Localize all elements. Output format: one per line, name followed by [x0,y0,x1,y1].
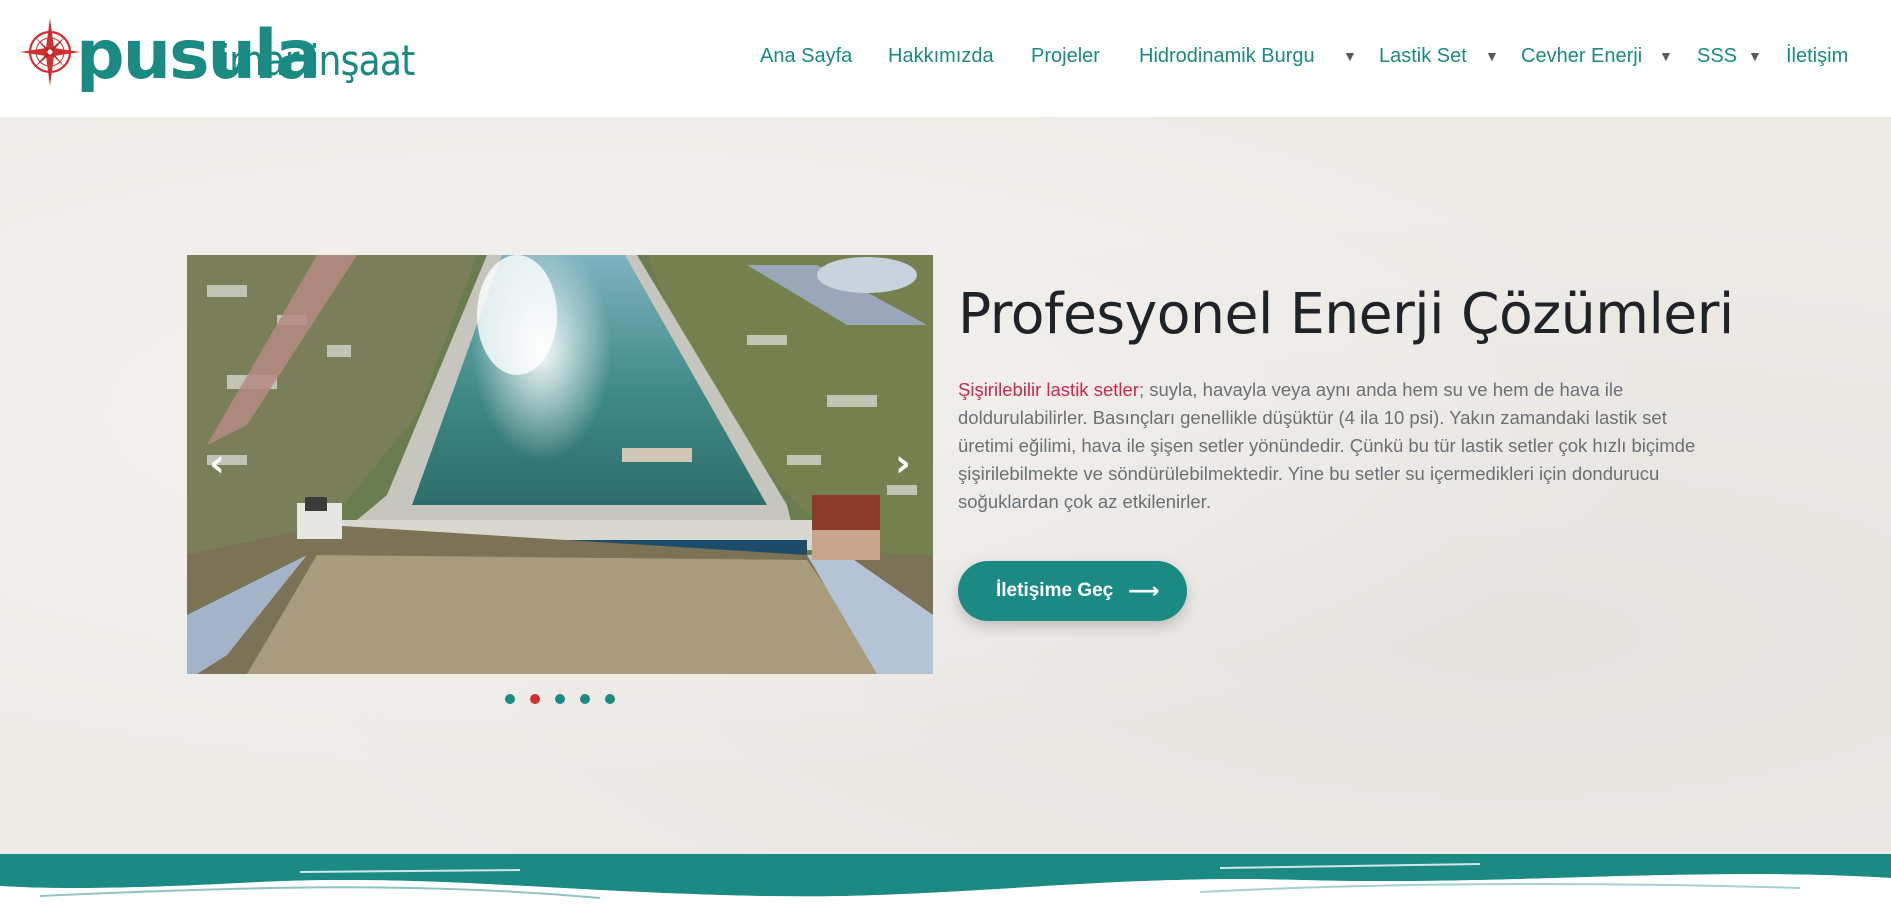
slide-image-dam [187,255,933,674]
hero-description: Şişirilebilir lastik setler; suyla, hava… [958,376,1718,516]
nav-item-cevher-enerji[interactable]: Cevher Enerji [1521,38,1642,74]
slider-dot[interactable] [555,694,565,704]
nav-item-sss[interactable]: SSS [1697,38,1737,74]
site-header: pusula imar inşaat Ana Sayfa Hakkımızda … [0,0,1891,117]
nav-item-ana-sayfa[interactable]: Ana Sayfa [760,38,852,74]
triangle-down-icon[interactable]: ▼ [1343,38,1357,74]
cta-label: İletişime Geç [996,580,1114,601]
hero-title: Profesyonel Enerji Çözümleri [958,282,1734,347]
chevron-left-icon[interactable]: ‹ [202,443,232,483]
nav-item-hakkimizda[interactable]: Hakkımızda [888,38,994,74]
brand-tagline: imar inşaat [220,36,415,85]
nav-item-lastik-set[interactable]: Lastik Set [1379,38,1467,74]
decorative-wave [0,852,1891,917]
slider-dot[interactable] [605,694,615,704]
triangle-down-icon[interactable]: ▼ [1485,38,1499,74]
contact-cta-button[interactable]: İletişime Geç ⟶ [958,561,1187,621]
nav-item-hidrodinamik-burgu[interactable]: Hidrodinamik Burgu [1139,38,1315,74]
chevron-right-icon[interactable]: › [888,443,918,483]
slider-dot[interactable] [580,694,590,704]
image-slider[interactable]: ‹ › [187,255,933,674]
nav-item-projeler[interactable]: Projeler [1031,38,1100,74]
slider-dot-active[interactable] [530,694,540,704]
arrow-right-icon: ⟶ [1128,578,1160,603]
nav-item-iletisim[interactable]: İletişim [1786,38,1848,74]
triangle-down-icon[interactable]: ▼ [1659,38,1673,74]
slider-dot[interactable] [505,694,515,704]
hero-highlight-link[interactable]: Şişirilebilir lastik setler [958,379,1139,400]
triangle-down-icon[interactable]: ▼ [1748,38,1762,74]
